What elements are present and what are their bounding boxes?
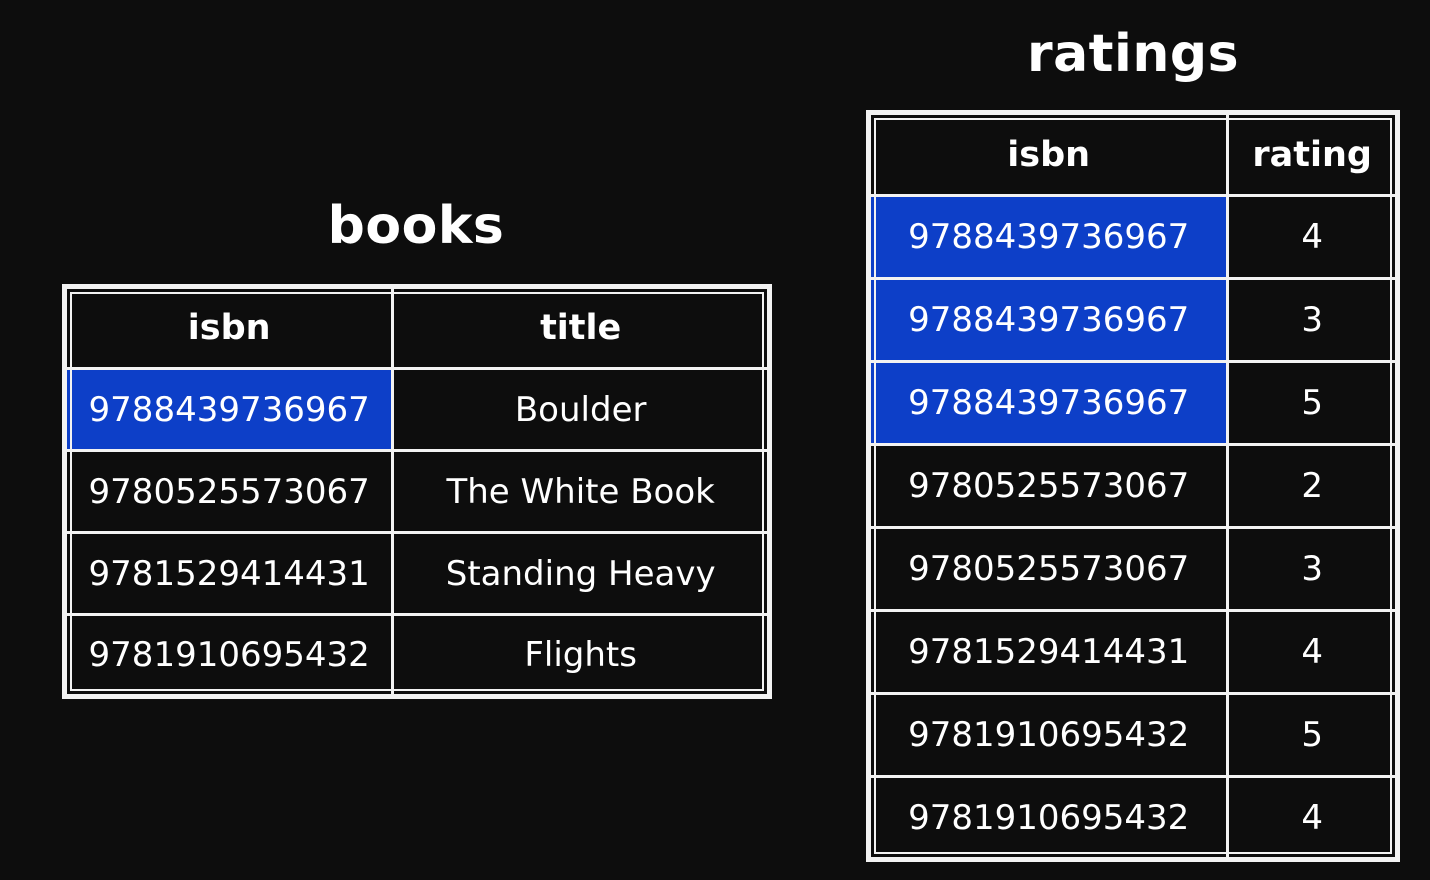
ratings-cell-isbn: 9788439736967 <box>866 360 1230 446</box>
books-cell-isbn: 9781529414431 <box>62 531 395 616</box>
table-row: 9781910695432 5 <box>866 692 1399 778</box>
ratings-cell-isbn: 9781910695432 <box>866 692 1230 778</box>
ratings-cell-isbn: 9781529414431 <box>866 609 1230 695</box>
ratings-header-row: isbn rating <box>866 111 1399 197</box>
ratings-cell-isbn: 9788439736967 <box>866 194 1230 280</box>
table-row: 9781529414431 Standing Heavy <box>62 531 771 616</box>
ratings-table: isbn rating 9788439736967 4 978843973696… <box>866 110 1400 862</box>
books-header-row: isbn title <box>62 285 771 370</box>
table-row: 9780525573067 3 <box>866 526 1399 612</box>
books-table: isbn title 9788439736967 Boulder 9780525… <box>62 284 772 699</box>
books-cell-title: Flights <box>391 613 771 698</box>
ratings-header-isbn: isbn <box>866 111 1230 197</box>
books-table-title: books <box>327 196 505 256</box>
ratings-header-rating: rating <box>1226 111 1399 197</box>
table-row: 9781910695432 Flights <box>62 613 771 698</box>
table-row: 9788439736967 3 <box>866 277 1399 363</box>
ratings-cell-isbn: 9780525573067 <box>866 443 1230 529</box>
table-row: 9788439736967 Boulder <box>62 367 771 452</box>
ratings-table-title: ratings <box>1026 24 1240 84</box>
ratings-cell-isbn: 9780525573067 <box>866 526 1230 612</box>
table-row: 9781529414431 4 <box>866 609 1399 695</box>
ratings-cell-rating: 3 <box>1226 277 1399 363</box>
books-cell-isbn: 9788439736967 <box>62 367 395 452</box>
ratings-cell-isbn: 9781910695432 <box>866 775 1230 861</box>
ratings-cell-isbn: 9788439736967 <box>866 277 1230 363</box>
table-row: 9780525573067 2 <box>866 443 1399 529</box>
table-row: 9780525573067 The White Book <box>62 449 771 534</box>
ratings-cell-rating: 4 <box>1226 194 1399 280</box>
books-cell-isbn: 9780525573067 <box>62 449 395 534</box>
ratings-cell-rating: 3 <box>1226 526 1399 612</box>
books-cell-title: Boulder <box>391 367 771 452</box>
books-header-title: title <box>391 285 771 370</box>
books-cell-isbn: 9781910695432 <box>62 613 395 698</box>
books-cell-title: The White Book <box>391 449 771 534</box>
ratings-cell-rating: 5 <box>1226 692 1399 778</box>
ratings-cell-rating: 5 <box>1226 360 1399 446</box>
books-header-isbn: isbn <box>62 285 395 370</box>
ratings-cell-rating: 2 <box>1226 443 1399 529</box>
books-cell-title: Standing Heavy <box>391 531 771 616</box>
table-row: 9788439736967 5 <box>866 360 1399 446</box>
table-row: 9781910695432 4 <box>866 775 1399 861</box>
table-row: 9788439736967 4 <box>866 194 1399 280</box>
ratings-cell-rating: 4 <box>1226 775 1399 861</box>
ratings-cell-rating: 4 <box>1226 609 1399 695</box>
